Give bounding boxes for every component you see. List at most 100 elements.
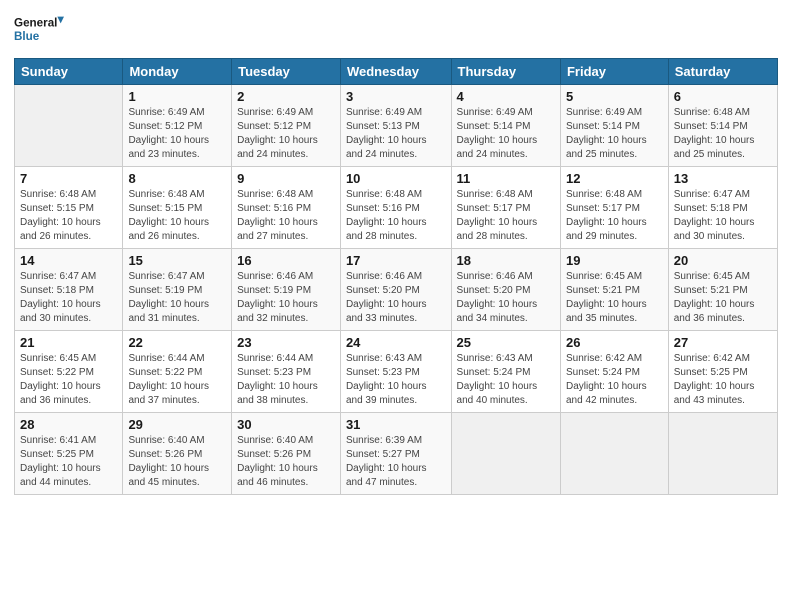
day-cell: 28 Sunrise: 6:41 AMSunset: 5:25 PMDayligh… (15, 413, 123, 495)
day-number: 14 (20, 253, 117, 268)
day-number: 13 (674, 171, 772, 186)
day-info: Sunrise: 6:47 AMSunset: 5:18 PMDaylight:… (20, 270, 117, 326)
header-row: SundayMondayTuesdayWednesdayThursdayFrid… (15, 59, 778, 85)
day-cell (451, 413, 560, 495)
day-info: Sunrise: 6:45 AMSunset: 5:22 PMDaylight:… (20, 352, 117, 408)
calendar-table: SundayMondayTuesdayWednesdayThursdayFrid… (14, 58, 778, 495)
day-number: 8 (128, 171, 226, 186)
day-info: Sunrise: 6:42 AMSunset: 5:24 PMDaylight:… (566, 352, 663, 408)
day-info: Sunrise: 6:48 AMSunset: 5:15 PMDaylight:… (20, 188, 117, 244)
day-number: 2 (237, 89, 335, 104)
day-info: Sunrise: 6:49 AMSunset: 5:12 PMDaylight:… (128, 106, 226, 162)
day-number: 17 (346, 253, 446, 268)
day-info: Sunrise: 6:48 AMSunset: 5:16 PMDaylight:… (237, 188, 335, 244)
day-number: 30 (237, 417, 335, 432)
svg-text:Blue: Blue (14, 30, 40, 43)
day-info: Sunrise: 6:46 AMSunset: 5:19 PMDaylight:… (237, 270, 335, 326)
day-cell: 25 Sunrise: 6:43 AMSunset: 5:24 PMDayligh… (451, 331, 560, 413)
day-cell: 2 Sunrise: 6:49 AMSunset: 5:12 PMDaylight… (232, 85, 341, 167)
day-number: 12 (566, 171, 663, 186)
day-cell: 30 Sunrise: 6:40 AMSunset: 5:26 PMDayligh… (232, 413, 341, 495)
week-row-5: 28 Sunrise: 6:41 AMSunset: 5:25 PMDayligh… (15, 413, 778, 495)
day-cell: 16 Sunrise: 6:46 AMSunset: 5:19 PMDayligh… (232, 249, 341, 331)
day-cell: 20Sunrise: 6:45 AMSunset: 5:21 PMDayligh… (668, 249, 777, 331)
day-cell: 23 Sunrise: 6:44 AMSunset: 5:23 PMDayligh… (232, 331, 341, 413)
day-number: 4 (457, 89, 555, 104)
header-cell-wednesday: Wednesday (340, 59, 451, 85)
day-number: 29 (128, 417, 226, 432)
day-info: Sunrise: 6:45 AMSunset: 5:21 PMDaylight:… (566, 270, 663, 326)
day-cell: 12 Sunrise: 6:48 AMSunset: 5:17 PMDayligh… (560, 167, 668, 249)
day-cell: 9Sunrise: 6:48 AMSunset: 5:16 PMDaylight… (232, 167, 341, 249)
day-number: 28 (20, 417, 117, 432)
day-number: 3 (346, 89, 446, 104)
day-cell: 18 Sunrise: 6:46 AMSunset: 5:20 PMDayligh… (451, 249, 560, 331)
day-info: Sunrise: 6:43 AMSunset: 5:24 PMDaylight:… (457, 352, 555, 408)
day-info: Sunrise: 6:48 AMSunset: 5:17 PMDaylight:… (566, 188, 663, 244)
week-row-2: 7 Sunrise: 6:48 AMSunset: 5:15 PMDaylight… (15, 167, 778, 249)
day-number: 19 (566, 253, 663, 268)
day-info: Sunrise: 6:48 AMSunset: 5:17 PMDaylight:… (457, 188, 555, 244)
header: General Blue (14, 10, 778, 50)
day-info: Sunrise: 6:49 AMSunset: 5:12 PMDaylight:… (237, 106, 335, 162)
day-info: Sunrise: 6:39 AMSunset: 5:27 PMDaylight:… (346, 434, 446, 490)
day-cell: 14 Sunrise: 6:47 AMSunset: 5:18 PMDayligh… (15, 249, 123, 331)
week-row-4: 21 Sunrise: 6:45 AMSunset: 5:22 PMDayligh… (15, 331, 778, 413)
day-cell: 27 Sunrise: 6:42 AMSunset: 5:25 PMDayligh… (668, 331, 777, 413)
week-row-1: 1 Sunrise: 6:49 AMSunset: 5:12 PMDaylight… (15, 85, 778, 167)
day-info: Sunrise: 6:46 AMSunset: 5:20 PMDaylight:… (457, 270, 555, 326)
day-number: 26 (566, 335, 663, 350)
day-number: 16 (237, 253, 335, 268)
day-info: Sunrise: 6:44 AMSunset: 5:22 PMDaylight:… (128, 352, 226, 408)
day-cell: 3 Sunrise: 6:49 AMSunset: 5:13 PMDaylight… (340, 85, 451, 167)
day-info: Sunrise: 6:48 AMSunset: 5:15 PMDaylight:… (128, 188, 226, 244)
day-number: 6 (674, 89, 772, 104)
day-cell (560, 413, 668, 495)
day-cell: 13Sunrise: 6:47 AMSunset: 5:18 PMDayligh… (668, 167, 777, 249)
day-cell: 29 Sunrise: 6:40 AMSunset: 5:26 PMDayligh… (123, 413, 232, 495)
day-cell: 8 Sunrise: 6:48 AMSunset: 5:15 PMDaylight… (123, 167, 232, 249)
day-cell: 19 Sunrise: 6:45 AMSunset: 5:21 PMDayligh… (560, 249, 668, 331)
day-cell: 15Sunrise: 6:47 AMSunset: 5:19 PMDayligh… (123, 249, 232, 331)
svg-text:General: General (14, 17, 57, 30)
day-number: 18 (457, 253, 555, 268)
day-cell (15, 85, 123, 167)
day-info: Sunrise: 6:49 AMSunset: 5:13 PMDaylight:… (346, 106, 446, 162)
day-number: 22 (128, 335, 226, 350)
day-info: Sunrise: 6:45 AMSunset: 5:21 PMDaylight:… (674, 270, 772, 326)
day-cell: 22 Sunrise: 6:44 AMSunset: 5:22 PMDayligh… (123, 331, 232, 413)
day-cell: 5Sunrise: 6:49 AMSunset: 5:14 PMDaylight… (560, 85, 668, 167)
day-info: Sunrise: 6:41 AMSunset: 5:25 PMDaylight:… (20, 434, 117, 490)
day-cell: 24 Sunrise: 6:43 AMSunset: 5:23 PMDayligh… (340, 331, 451, 413)
day-info: Sunrise: 6:42 AMSunset: 5:25 PMDaylight:… (674, 352, 772, 408)
day-info: Sunrise: 6:48 AMSunset: 5:14 PMDaylight:… (674, 106, 772, 162)
day-cell: 6 Sunrise: 6:48 AMSunset: 5:14 PMDaylight… (668, 85, 777, 167)
logo-svg: General Blue (14, 10, 64, 50)
day-number: 31 (346, 417, 446, 432)
day-info: Sunrise: 6:40 AMSunset: 5:26 PMDaylight:… (237, 434, 335, 490)
day-cell: 11 Sunrise: 6:48 AMSunset: 5:17 PMDayligh… (451, 167, 560, 249)
page: General Blue SundayMondayTuesdayWednesda… (0, 0, 792, 612)
day-number: 1 (128, 89, 226, 104)
day-cell: 26 Sunrise: 6:42 AMSunset: 5:24 PMDayligh… (560, 331, 668, 413)
day-info: Sunrise: 6:49 AMSunset: 5:14 PMDaylight:… (566, 106, 663, 162)
header-cell-friday: Friday (560, 59, 668, 85)
day-cell: 1 Sunrise: 6:49 AMSunset: 5:12 PMDaylight… (123, 85, 232, 167)
day-info: Sunrise: 6:43 AMSunset: 5:23 PMDaylight:… (346, 352, 446, 408)
day-cell (668, 413, 777, 495)
day-info: Sunrise: 6:46 AMSunset: 5:20 PMDaylight:… (346, 270, 446, 326)
day-number: 11 (457, 171, 555, 186)
day-cell: 10Sunrise: 6:48 AMSunset: 5:16 PMDayligh… (340, 167, 451, 249)
day-cell: 7 Sunrise: 6:48 AMSunset: 5:15 PMDaylight… (15, 167, 123, 249)
day-number: 27 (674, 335, 772, 350)
day-number: 10 (346, 171, 446, 186)
day-number: 24 (346, 335, 446, 350)
day-number: 23 (237, 335, 335, 350)
week-row-3: 14 Sunrise: 6:47 AMSunset: 5:18 PMDayligh… (15, 249, 778, 331)
day-info: Sunrise: 6:44 AMSunset: 5:23 PMDaylight:… (237, 352, 335, 408)
day-number: 7 (20, 171, 117, 186)
day-number: 15 (128, 253, 226, 268)
day-number: 21 (20, 335, 117, 350)
day-number: 25 (457, 335, 555, 350)
day-info: Sunrise: 6:40 AMSunset: 5:26 PMDaylight:… (128, 434, 226, 490)
